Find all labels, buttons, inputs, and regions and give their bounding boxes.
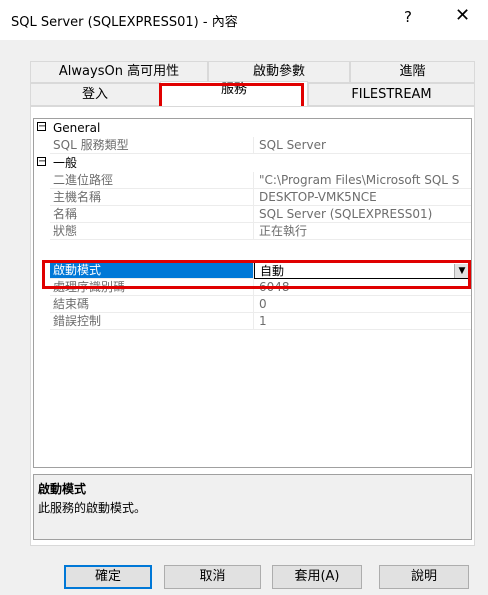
property-name: 狀態 xyxy=(50,223,254,240)
property-value: "C:\Program Files\Microsoft SQL S xyxy=(254,172,471,189)
help-icon[interactable]: ? xyxy=(404,8,412,26)
category-label: General xyxy=(53,121,101,135)
property-value: 0 xyxy=(254,296,471,313)
property-value: 1 xyxy=(254,313,471,330)
property-row-binary-path[interactable]: 二進位路徑 "C:\Program Files\Microsoft SQL S xyxy=(34,172,471,189)
property-value: 6048 xyxy=(254,279,471,296)
property-name: 二進位路徑 xyxy=(50,172,254,189)
property-value: 正在執行 xyxy=(254,223,471,240)
tab-strip: AlwaysOn 高可用性 啟動參數 進階 登入 服務 FILESTREAM xyxy=(30,61,475,106)
tab-service[interactable]: 服務 xyxy=(160,81,308,106)
start-mode-value: 自動 xyxy=(260,264,285,278)
property-row-start-mode[interactable]: 啟動模式 自動 ▼ xyxy=(34,262,471,279)
property-name: 錯誤控制 xyxy=(50,313,254,330)
description-text: 此服務的啟動模式。 xyxy=(38,501,147,515)
property-name: SQL 服務類型 xyxy=(50,137,254,154)
category-general[interactable]: − General xyxy=(34,119,471,137)
property-name: 主機名稱 xyxy=(50,189,254,206)
category-general-zh[interactable]: − 一般 xyxy=(34,154,471,172)
property-name: 結束碼 xyxy=(50,296,254,313)
property-row-error-control[interactable]: 錯誤控制 1 xyxy=(34,313,471,330)
property-name: 處理序識別碼 xyxy=(50,279,254,296)
tab-filestream[interactable]: FILESTREAM xyxy=(308,83,475,106)
property-name: 名稱 xyxy=(50,206,254,223)
description-pane: 啟動模式 此服務的啟動模式。 xyxy=(33,474,472,540)
category-label: 一般 xyxy=(53,156,78,170)
property-value: SQL Server (SQLEXPRESS01) xyxy=(254,206,471,223)
property-row-host-name[interactable]: 主機名稱 DESKTOP-VMK5NCE xyxy=(34,189,471,206)
property-value: DESKTOP-VMK5NCE xyxy=(254,189,471,206)
tab-startup-parameters[interactable]: 啟動參數 xyxy=(208,61,350,83)
tab-logon[interactable]: 登入 xyxy=(30,83,160,106)
property-row-exit-code[interactable]: 結束碼 0 xyxy=(34,296,471,313)
property-row-name[interactable]: 名稱 SQL Server (SQLEXPRESS01) xyxy=(34,206,471,223)
cancel-button[interactable]: 取消 xyxy=(164,565,261,589)
window-title: SQL Server (SQLEXPRESS01) - 內容 xyxy=(11,15,238,30)
property-value: SQL Server xyxy=(254,137,471,154)
ok-button[interactable]: 確定 xyxy=(64,565,152,589)
description-title: 啟動模式 xyxy=(38,482,87,496)
property-row-process-id[interactable]: 處理序識別碼 6048 xyxy=(34,279,471,296)
property-row-service-type[interactable]: SQL 服務類型 SQL Server xyxy=(34,137,471,154)
property-name: 啟動模式 xyxy=(50,262,254,279)
collapse-icon[interactable]: − xyxy=(37,157,46,167)
property-grid: − General SQL 服務類型 SQL Server − 一般 二進位路徑… xyxy=(33,118,472,468)
help-button[interactable]: 說明 xyxy=(379,565,469,589)
start-mode-dropdown[interactable]: 自動 ▼ xyxy=(254,262,471,279)
tab-alwayson[interactable]: AlwaysOn 高可用性 xyxy=(30,61,208,83)
chevron-down-icon[interactable]: ▼ xyxy=(454,264,469,278)
apply-button[interactable]: 套用(A) xyxy=(272,565,362,589)
property-row-state[interactable]: 狀態 正在執行 xyxy=(34,223,471,240)
tab-advanced[interactable]: 進階 xyxy=(350,61,475,83)
title-bar: SQL Server (SQLEXPRESS01) - 內容 ? ✕ xyxy=(0,0,488,40)
close-icon[interactable]: ✕ xyxy=(455,5,470,26)
collapse-icon[interactable]: − xyxy=(37,122,46,132)
